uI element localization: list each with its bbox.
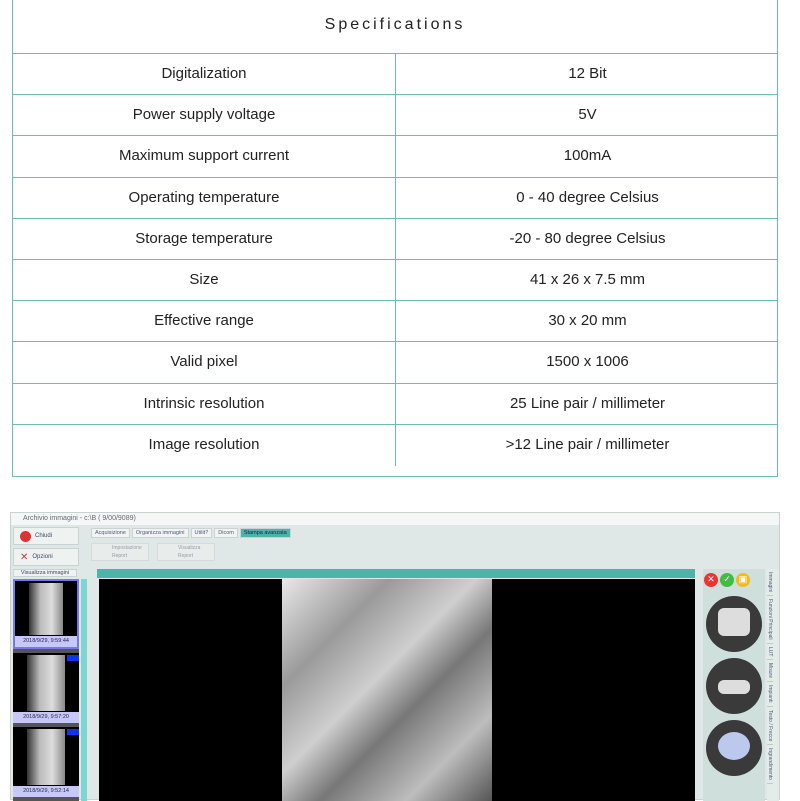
spec-value: 0 - 40 degree Celsius [516,188,659,206]
report-settings-button[interactable]: Impostazione Report [91,543,149,561]
thumbnail[interactable]: 2018/9/29, 9:52:14 [13,727,79,797]
spec-value: 25 Line pair / millimeter [509,394,666,412]
thumbnail-date: 2018/9/29, 9:52:14 [13,786,79,797]
close-icon [20,530,31,542]
spec-row: Power supply voltage 5V [13,95,777,137]
spec-title: Specifications [13,0,777,54]
check-icon[interactable]: ✓ [720,572,734,587]
spec-row: Operating temperature 0 - 40 degree Celsi… [13,177,777,219]
spec-row: Digitalization 12 Bit [13,54,777,96]
spec-row: Maximum support current 100mA [13,136,777,178]
options-label: Opzioni [32,554,53,560]
spec-value: 1500 x 1006 [546,353,629,371]
head-tool-button[interactable] [706,719,762,776]
spec-label: Size [13,259,396,301]
thumbnail[interactable]: 2018/9/29, 9:57:20 [13,653,79,723]
spec-value: 100mA [563,147,612,165]
spec-value: 5V [578,106,597,124]
tools-panel: ✕ ✓ ▣ [703,569,765,801]
side-tab[interactable]: Impianti [767,682,773,707]
spec-value: 30 x 20 mm [548,312,627,330]
spec-label: Valid pixel [13,342,396,383]
window-title: Archivio immagini - c:\B ( 9/00/9089) [11,513,779,525]
spec-row: Image resolution >12 Line pair / millimet… [13,424,777,466]
spec-label: Intrinsic resolution [13,383,396,424]
spec-row: Storage temperature -20 - 80 degree Celsi… [13,218,777,260]
side-tab[interactable]: Ingrandimento [767,745,773,785]
tab-organizza[interactable]: Organizza immagini [131,528,189,538]
xray-image [282,579,492,801]
teeth-tool-button[interactable] [706,595,762,652]
spec-row: Valid pixel 1500 x 1006 [13,342,777,384]
spec-label: Maximum support current [13,136,396,177]
side-tab[interactable]: LUT [767,644,773,661]
side-tab[interactable]: Immagini [767,569,773,597]
spec-label: Storage temperature [13,218,396,259]
spec-value: -20 - 80 degree Celsius [509,229,666,247]
side-tabs: Immagini Funzioni Principali LUT Misure Impi… [767,569,779,801]
tools-icon: ✕ [20,551,29,563]
spec-value: >12 Line pair / millimeter [505,435,670,453]
spec-label: Digitalization [13,54,396,95]
image-archive-window: Archivio immagini - c:\B ( 9/00/9089) Ch… [10,512,780,801]
thumbnail-scrollbar[interactable] [81,579,87,801]
options-button[interactable]: ✕ Opzioni [13,548,79,566]
thumbnail-list: 2018/9/29, 9:59:44 2018/9/29, 9:57:20 20… [13,579,79,801]
spec-label: Image resolution [13,424,396,466]
tab-utilita[interactable]: Utilit? [190,528,213,538]
thumbnail-date: 2018/9/29, 9:59:44 [15,636,77,647]
lock-icon[interactable]: ▣ [736,572,750,587]
spec-row: Effective range 30 x 20 mm [13,301,777,343]
spec-label: Power supply voltage [13,95,396,136]
thumbnail[interactable]: 2018/9/29, 9:59:44 [13,579,79,649]
side-tab[interactable]: Testo / Frecce [767,707,773,746]
tab-acquisizione[interactable]: Acquisizione [91,528,130,538]
viewer-titlebar [97,569,695,578]
view-report-button[interactable]: Visualizza Report [157,543,215,561]
thumbnail-date: 2018/9/29, 9:57:20 [13,712,79,723]
tab-stampa[interactable]: Stampa avanzata [239,528,291,538]
spec-row: Intrinsic resolution 25 Line pair / milli… [13,383,777,425]
tab-dicom[interactable]: Dicom [214,528,238,538]
spec-value: 12 Bit [568,65,607,82]
jaw-tool-button[interactable] [706,657,762,714]
side-tab[interactable]: Misure [767,660,773,683]
close-button[interactable]: Chiudi [13,527,79,545]
spec-row: Size 41 x 26 x 7.5 mm [13,259,777,302]
spec-value: 41 x 26 x 7.5 mm [529,270,646,288]
spec-label: Effective range [13,301,396,342]
xray-viewer[interactable] [99,579,695,801]
specifications-table: Specifications Digitalization 12 Bit Power… [12,0,778,477]
view-images-select[interactable]: Visualizza immagini [13,569,77,577]
cancel-icon[interactable]: ✕ [704,572,718,587]
spec-label: Operating temperature [13,177,396,218]
close-label: Chiudi [35,533,53,539]
side-tab[interactable]: Funzioni Principali [767,596,773,644]
